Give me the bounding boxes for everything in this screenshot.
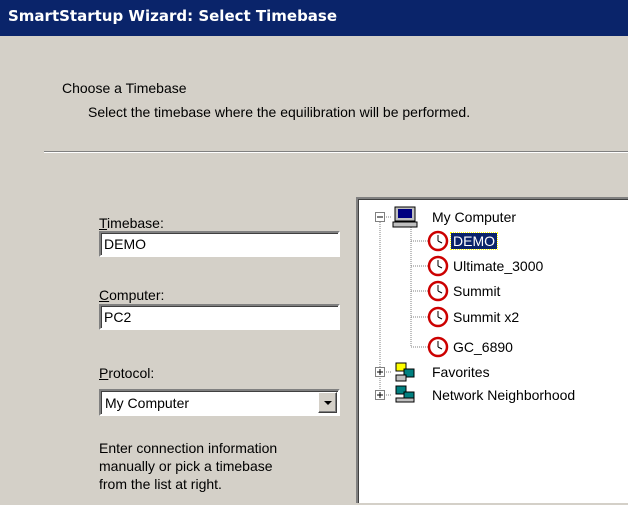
connection-hint: Enter connection information manually or… [99, 440, 278, 492]
protocol-value: My Computer [105, 395, 190, 411]
computer-label: Computer: [99, 287, 165, 303]
timebase-tree[interactable]: My Computer DEMO Ultimate_3000 Summit Su… [356, 197, 628, 503]
timebase-input[interactable]: DEMO [99, 231, 340, 257]
window-title-bar[interactable]: SmartStartup Wizard: Select Timebase [0, 0, 628, 36]
protocol-label: Protocol: [99, 365, 155, 381]
clock-icon [427, 230, 449, 252]
tree-item-favorites[interactable]: Favorites [432, 364, 490, 380]
clock-icon [427, 280, 449, 302]
page-title: Choose a Timebase [62, 80, 187, 96]
clock-icon [427, 306, 449, 328]
computer-icon [392, 206, 418, 228]
tree-item-timebase[interactable]: DEMO [450, 232, 498, 250]
tree-item-timebase[interactable]: Ultimate_3000 [453, 258, 543, 274]
page-subtitle: Select the timebase where the equilibrat… [88, 104, 471, 120]
clock-icon [427, 336, 449, 358]
network-icon [395, 362, 415, 382]
tree-item-timebase[interactable]: Summit [453, 283, 500, 299]
computer-input[interactable]: PC2 [99, 304, 340, 330]
tree-item-my-computer[interactable]: My Computer [432, 209, 516, 225]
header-separator [44, 151, 628, 153]
tree-item-network-neighborhood[interactable]: Network Neighborhood [432, 387, 575, 403]
clock-icon [427, 255, 449, 277]
window-title: SmartStartup Wizard: Select Timebase [8, 7, 338, 25]
timebase-label: Timebase: [99, 215, 164, 231]
tree-item-timebase[interactable]: GC_6890 [453, 339, 513, 355]
network-icon [395, 385, 415, 403]
tree-item-timebase[interactable]: Summit x2 [453, 309, 519, 325]
protocol-select[interactable]: My Computer [99, 389, 340, 416]
dropdown-arrow-button[interactable] [318, 392, 337, 413]
